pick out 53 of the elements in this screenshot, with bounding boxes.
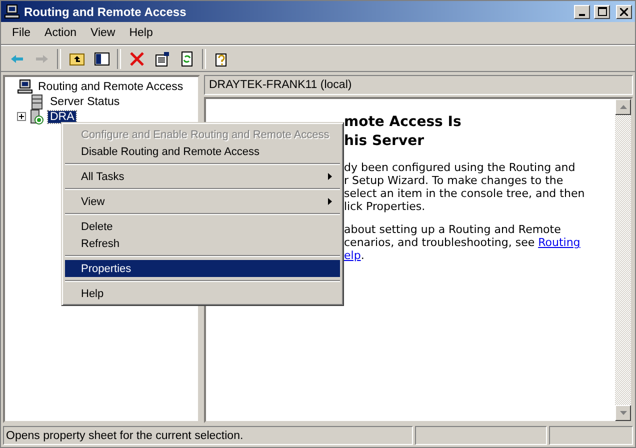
context-menu-item[interactable]: Help bbox=[65, 285, 340, 302]
context-menu-item[interactable]: View bbox=[65, 193, 340, 210]
menu-item[interactable]: Action bbox=[38, 27, 84, 39]
down-triangle-icon bbox=[620, 411, 626, 415]
help-link[interactable]: Routing bbox=[538, 236, 580, 249]
delete-x-icon bbox=[128, 50, 144, 66]
expand-toggle[interactable] bbox=[17, 112, 26, 121]
menu-item[interactable]: File bbox=[5, 27, 38, 39]
panes-icon bbox=[94, 50, 110, 66]
maximize-button[interactable] bbox=[594, 4, 610, 18]
status-text: Opens property sheet for the current selection. bbox=[3, 426, 413, 445]
plus-icon bbox=[19, 114, 24, 119]
maximize-icon bbox=[598, 7, 606, 16]
scroll-up-button[interactable] bbox=[615, 99, 631, 115]
menu-item[interactable]: View bbox=[84, 27, 122, 39]
scroll-down-button[interactable] bbox=[615, 405, 631, 421]
body-text: select an item in the console tree, and then bbox=[344, 187, 585, 200]
minimize-icon bbox=[579, 14, 585, 16]
page-heading: mote Access Is bbox=[344, 113, 462, 132]
close-icon bbox=[620, 8, 628, 16]
body-text: cenarios, and troubleshooting, see bbox=[344, 236, 536, 249]
submenu-arrow-icon bbox=[328, 198, 332, 205]
pane-header: DRAYTEK-FRANK11 (local) bbox=[204, 75, 633, 95]
close-button[interactable] bbox=[616, 4, 632, 18]
context-menu-item[interactable]: Disable Routing and Remote Access bbox=[65, 143, 340, 160]
submenu-arrow-icon bbox=[328, 173, 332, 180]
menu-item[interactable]: Help bbox=[122, 27, 160, 39]
tree-item[interactable]: Server Status bbox=[48, 96, 122, 108]
scrollbar[interactable] bbox=[615, 99, 631, 421]
refresh-icon bbox=[178, 50, 194, 66]
body-text: lick Properties. bbox=[344, 200, 426, 213]
server-stack-icon bbox=[29, 94, 45, 110]
tree-item[interactable]: Routing and Remote Access bbox=[36, 80, 186, 92]
page-heading: his Server bbox=[344, 132, 425, 151]
context-menu-item[interactable]: Delete bbox=[65, 218, 340, 235]
folder-up-icon bbox=[68, 50, 84, 66]
window-title: Routing and Remote Access bbox=[24, 4, 188, 18]
computer-icon bbox=[17, 78, 33, 94]
tree-item[interactable]: DRA bbox=[48, 110, 76, 122]
body-text: r Setup Wizard. To make changes to the bbox=[344, 174, 564, 187]
help-icon bbox=[214, 50, 230, 66]
context-menu-item[interactable]: Refresh bbox=[65, 235, 340, 252]
context-menu-item[interactable]: All Tasks bbox=[65, 168, 340, 185]
body-text: dy been configured using the Routing and bbox=[344, 161, 576, 174]
up-triangle-icon bbox=[620, 105, 626, 109]
context-menu-item[interactable]: Properties bbox=[65, 260, 340, 277]
properties-icon bbox=[154, 50, 170, 66]
server-icon bbox=[29, 108, 45, 124]
computer-icon bbox=[4, 4, 20, 20]
minimize-button[interactable] bbox=[574, 4, 590, 18]
body-text: about setting up a Routing and Remote bbox=[344, 223, 561, 236]
help-link[interactable]: elp bbox=[344, 249, 361, 262]
body-text: . bbox=[360, 249, 364, 262]
